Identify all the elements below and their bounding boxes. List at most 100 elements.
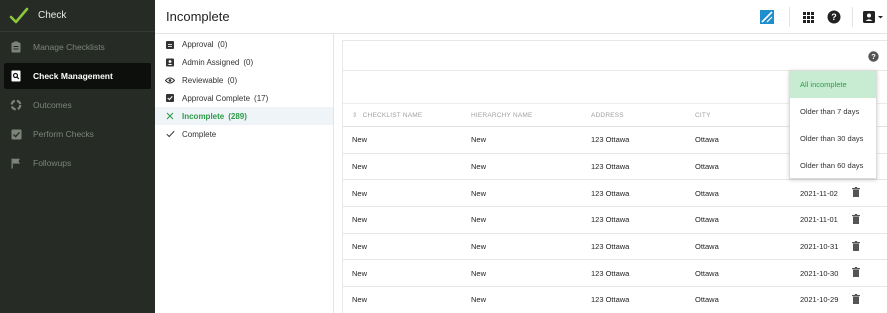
- filter-incomplete[interactable]: Incomplete (289): [155, 107, 333, 125]
- user-badge-icon: [863, 11, 883, 23]
- cell-hierarchy-name: New: [471, 162, 487, 172]
- cell-hierarchy-name: New: [471, 135, 487, 145]
- cell-checklist-name: New: [352, 242, 368, 252]
- sidebar-item-manage-checklists[interactable]: Manage Checklists: [4, 34, 151, 60]
- apps-grid-button[interactable]: [796, 5, 820, 29]
- cell-hierarchy-name: New: [471, 268, 487, 278]
- brand[interactable]: Check: [0, 0, 155, 32]
- cell-city: Ottawa: [695, 268, 719, 278]
- filter-label: Approval Complete: [182, 93, 251, 103]
- cell-hierarchy-name: New: [471, 295, 487, 305]
- outcomes-icon: [10, 99, 22, 111]
- cell-checklist-name: New: [352, 215, 368, 225]
- table-row[interactable]: New New 123 Ottawa Ottawa 2021-10-31: [343, 234, 887, 261]
- column-header-address[interactable]: ADDRESS: [591, 112, 624, 119]
- check-logo-icon: [8, 5, 30, 27]
- cell-address: 123 Ottawa: [591, 295, 630, 305]
- dropdown-option-older-than-7-days[interactable]: Older than 7 days: [790, 98, 876, 125]
- divider: [789, 7, 790, 27]
- cell-city: Ottawa: [695, 135, 719, 145]
- dropdown-option-older-than-30-days[interactable]: Older than 30 days: [790, 125, 876, 152]
- help-button[interactable]: ?: [822, 5, 846, 29]
- sidebar-item-perform-checks[interactable]: Perform Checks: [4, 121, 151, 147]
- check-box-icon: [165, 93, 175, 103]
- filter-admin-assigned[interactable]: Admin Assigned (0): [155, 53, 333, 71]
- sidebar-item-check-management[interactable]: Check Management: [4, 63, 151, 89]
- delete-row-button[interactable]: [852, 187, 860, 199]
- filter-label: Reviewable: [182, 75, 224, 85]
- filter-approval[interactable]: Approval (0): [155, 35, 333, 53]
- age-filter-dropdown: All incomplete Older than 7 days Older t…: [789, 70, 877, 179]
- sort-icon: ⇕: [352, 112, 358, 119]
- cell-date: 2021-10-30: [800, 268, 839, 278]
- header-bar: Incomplete ?: [155, 0, 887, 34]
- x-icon: [165, 111, 175, 121]
- svg-text:?: ?: [871, 52, 876, 61]
- cell-city: Ottawa: [695, 162, 719, 172]
- filter-reviewable[interactable]: Reviewable (0): [155, 71, 333, 89]
- dropdown-option-older-than-60-days[interactable]: Older than 60 days: [790, 152, 876, 179]
- cell-city: Ottawa: [695, 188, 719, 198]
- delete-row-button[interactable]: [852, 213, 860, 226]
- delete-row-button[interactable]: [852, 267, 860, 279]
- cell-date: 2021-10-29: [800, 295, 839, 305]
- cell-address: 123 Ottawa: [591, 135, 630, 145]
- cell-address: 123 Ottawa: [591, 188, 630, 198]
- sidebar: Check Manage Checklists Check Management…: [0, 0, 155, 313]
- sidebar-item-outcomes[interactable]: Outcomes: [4, 92, 151, 118]
- column-header-city[interactable]: CITY: [695, 112, 711, 119]
- cell-checklist-name: New: [352, 162, 368, 172]
- divider: [852, 7, 853, 27]
- eye-icon: [165, 75, 175, 85]
- app-root: Check Manage Checklists Check Management…: [0, 0, 887, 313]
- filter-count: (0): [217, 39, 228, 49]
- cell-address: 123 Ottawa: [591, 162, 630, 172]
- help-icon: ?: [827, 10, 841, 24]
- table-row[interactable]: New New 123 Ottawa Ottawa 2021-10-30: [343, 260, 887, 288]
- column-header-hierarchy-name[interactable]: HIERARCHY NAME: [471, 112, 533, 119]
- dropdown-option-all-incomplete[interactable]: All incomplete: [790, 71, 876, 98]
- sidebar-item-label: Perform Checks: [33, 129, 94, 139]
- clipboard-icon: [10, 41, 22, 53]
- filter-count: (0): [243, 57, 254, 67]
- delete-row-button[interactable]: [852, 240, 860, 253]
- user-badge-icon: [165, 57, 175, 67]
- cell-address: 123 Ottawa: [591, 268, 630, 278]
- trash-icon: [852, 293, 860, 304]
- cell-date: 2021-10-31: [800, 242, 839, 252]
- sidebar-item-followups[interactable]: Followups: [4, 150, 151, 176]
- cell-checklist-name: New: [352, 295, 368, 305]
- cell-address: 123 Ottawa: [591, 215, 630, 225]
- app-logo-button[interactable]: [755, 5, 779, 29]
- page-title: Incomplete: [166, 9, 230, 24]
- trash-icon: [852, 267, 860, 278]
- status-filter-list: Approval (0) Admin Assigned (0) Reviewable…: [155, 34, 334, 313]
- cell-checklist-name: New: [352, 135, 368, 145]
- sidebar-nav: Manage Checklists Check Management Outco…: [0, 34, 155, 176]
- table-row[interactable]: New New 123 Ottawa Ottawa 2021-11-02: [343, 180, 887, 208]
- panel-help-button[interactable]: ?: [868, 49, 879, 67]
- cell-checklist-name: New: [352, 268, 368, 278]
- column-label: CHECKLIST NAME: [362, 112, 423, 119]
- table-row[interactable]: New New 123 Ottawa Ottawa 2021-10-29: [343, 287, 887, 313]
- brand-name: Check: [38, 10, 67, 21]
- column-header-checklist-name[interactable]: ⇕ CHECKLIST NAME: [352, 111, 422, 119]
- filter-label: Admin Assigned: [182, 57, 240, 67]
- cell-hierarchy-name: New: [471, 215, 487, 225]
- filter-label: Approval: [182, 39, 214, 49]
- filter-complete[interactable]: Complete: [155, 125, 333, 143]
- filter-approval-complete[interactable]: Approval Complete (17): [155, 89, 333, 107]
- table-row[interactable]: New New 123 Ottawa Ottawa 2021-11-01: [343, 207, 887, 234]
- user-menu-button[interactable]: [859, 5, 887, 29]
- cell-city: Ottawa: [695, 242, 719, 252]
- app-logo-icon: [760, 10, 774, 24]
- delete-row-button[interactable]: [852, 293, 860, 306]
- filter-count: (17): [254, 93, 269, 103]
- sidebar-item-label: Check Management: [33, 71, 113, 81]
- sidebar-item-label: Followups: [33, 158, 72, 168]
- help-icon: ?: [868, 51, 879, 62]
- trash-icon: [852, 213, 860, 224]
- sidebar-item-label: Manage Checklists: [33, 42, 105, 52]
- filter-count: (0): [227, 75, 238, 85]
- svg-text:?: ?: [831, 12, 837, 22]
